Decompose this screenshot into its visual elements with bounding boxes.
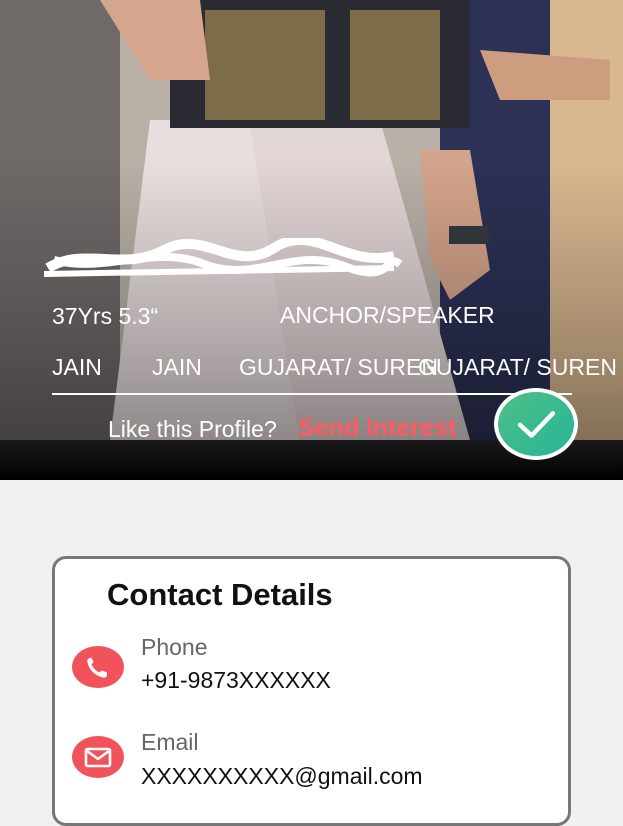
hero-divider <box>52 393 572 395</box>
contact-details-card: Contact Details Phone +91-9873XXXXXX Ema… <box>52 556 571 826</box>
phone-label: Phone <box>141 634 208 660</box>
email-label: Email <box>141 729 199 755</box>
send-interest-link[interactable]: Send Interest <box>298 414 456 443</box>
envelope-glyph <box>84 747 112 768</box>
phone-value[interactable]: +91-9873XXXXXX <box>141 667 331 694</box>
state-text-secondary: GUJARAT/ SUREN <box>418 354 617 380</box>
email-value[interactable]: XXXXXXXXXX@gmail.com <box>141 763 423 790</box>
age-height-text: 37Yrs 5.3“ <box>52 303 159 329</box>
email-icon[interactable] <box>72 736 124 778</box>
state-text: GUJARAT/ SUREN <box>239 354 438 380</box>
phone-glyph <box>87 657 107 678</box>
contact-details-title: Contact Details <box>107 577 333 612</box>
send-interest-button[interactable] <box>494 388 578 460</box>
profile-hero: 37Yrs 5.3“ ANCHOR/SPEAKER JAIN JAIN GUJA… <box>0 0 623 480</box>
occupation-text: ANCHOR/SPEAKER <box>280 302 495 328</box>
phone-icon[interactable] <box>72 646 124 688</box>
check-icon <box>517 411 556 438</box>
religion-text: JAIN <box>52 354 102 380</box>
name-redaction-scribble <box>44 238 403 277</box>
caste-text: JAIN <box>152 354 202 380</box>
like-profile-prompt: Like this Profile? <box>108 416 277 442</box>
